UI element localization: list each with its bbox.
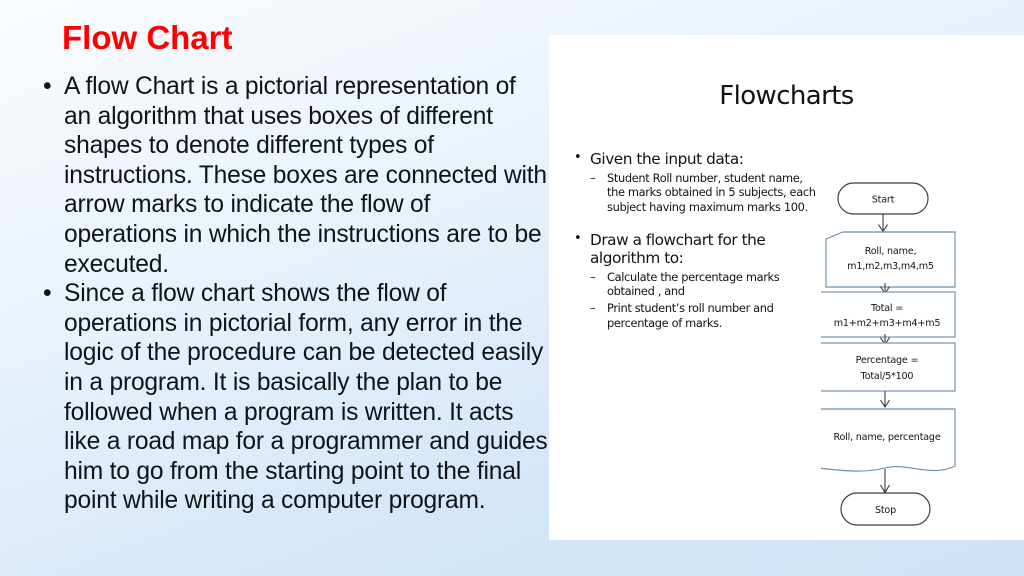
flowchart-node-output-label: Roll, name, percentage — [833, 432, 940, 443]
sub-bullet-marker: – — [590, 269, 596, 284]
embedded-bullet-heading-text: Given the input data: — [590, 150, 744, 168]
slide-text-column: Flow Chart • A flow Chart is a pictorial… — [0, 0, 552, 576]
flowchart-node-input: Roll, name, m1,m2,m3,m4,m5 — [825, 231, 956, 288]
flowchart-node-input-line-2: m1,m2,m3,m4,m5 — [847, 261, 934, 272]
embedded-sub-item-text: Calculate the percentage marks obtained … — [607, 269, 780, 299]
flowchart-node-input-line-1: Roll, name, — [865, 246, 917, 257]
flowchart-node-start: Start — [837, 182, 929, 215]
flowchart-edge-percentage-output — [880, 391, 890, 409]
list-item: • A flow Chart is a pictorial representa… — [20, 72, 548, 279]
embedded-sub-item: – Student Roll number, student name, the… — [571, 171, 819, 214]
bullet-marker: • — [43, 280, 52, 308]
slide-canvas: Flow Chart • A flow Chart is a pictorial… — [0, 0, 1024, 576]
flowchart-edge-output-stop — [880, 469, 890, 494]
flowchart-node-total-line-2: m1+m2+m3+m4+m5 — [834, 318, 941, 329]
flowchart-node-output: Roll, name, percentage — [821, 408, 956, 472]
page-title: Flow Chart — [62, 19, 233, 56]
flowchart-node-percentage-line-2: Total/5*100 — [860, 371, 914, 382]
flowchart-node-stop: Stop — [840, 492, 931, 526]
embedded-slide-bullets: • Given the input data: – Student Roll n… — [571, 150, 819, 330]
bullet-marker: • — [574, 150, 582, 165]
embedded-sub-item: – Print student’s roll number and percen… — [571, 301, 819, 330]
flowchart-edge-start-input — [878, 214, 888, 233]
embedded-slide-image: Flowcharts • Given the input data: – Stu… — [549, 35, 1024, 540]
embedded-sub-item-text: Student Roll number, student name, the m… — [607, 171, 816, 214]
sub-bullet-marker: – — [590, 171, 596, 185]
flowchart-node-total-line-1: Total = — [870, 303, 903, 314]
embedded-bullet-heading: • Given the input data: — [571, 150, 819, 168]
bullet-list: • A flow Chart is a pictorial representa… — [20, 72, 548, 516]
embedded-bullet-heading: • Draw a flowchart for the algorithm to: — [571, 231, 819, 267]
flowchart-node-percentage: Percentage = Total/5*100 — [821, 342, 956, 392]
list-item-text: A flow Chart is a pictorial representati… — [64, 73, 547, 278]
flowchart-node-percentage-line-1: Percentage = — [856, 355, 919, 366]
flowchart-node-start-label: Start — [872, 195, 895, 206]
embedded-slide-title: Flowcharts — [719, 81, 854, 111]
flowchart-node-total: Total = m1+m2+m3+m4+m5 — [821, 291, 956, 338]
embedded-bullet-heading-text: Draw a flowchart for the algorithm to: — [590, 230, 766, 267]
flowchart-node-stop-label: Stop — [875, 505, 896, 516]
bullet-marker: • — [43, 73, 52, 100]
embedded-sub-item-text: Print student’s roll number and percenta… — [607, 301, 774, 330]
sub-bullet-marker: – — [590, 301, 596, 316]
list-item-text: Since a flow chart shows the flow of ope… — [64, 280, 548, 515]
flowchart-diagram: Start Roll, name, m1,m2,m3,m4,m5 Total =… — [821, 135, 1021, 535]
list-item: • Since a flow chart shows the flow of o… — [20, 279, 548, 516]
bullet-marker: • — [574, 230, 582, 246]
embedded-sub-item: – Calculate the percentage marks obtaine… — [571, 270, 819, 299]
